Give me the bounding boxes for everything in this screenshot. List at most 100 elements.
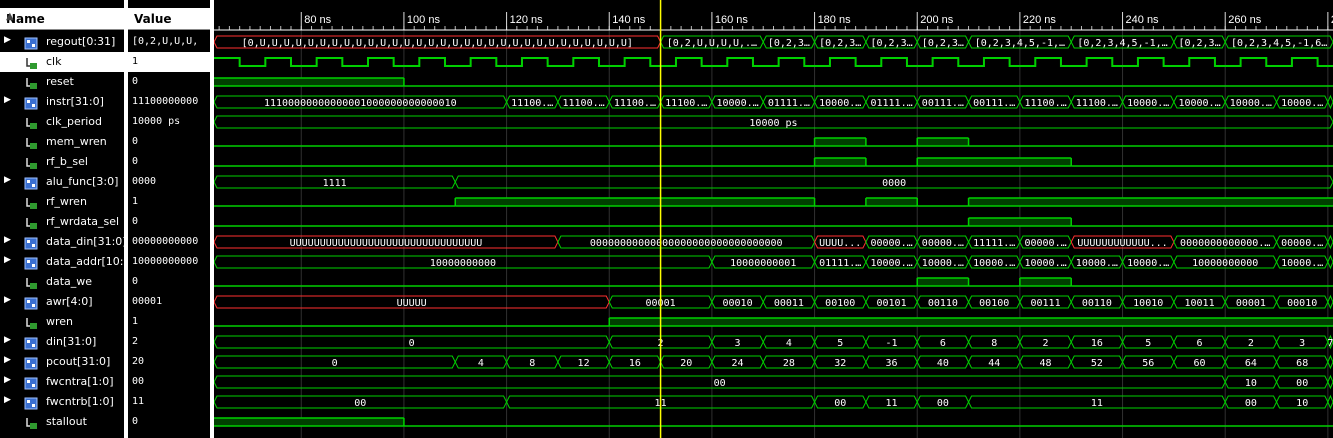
bus-value-label: 00111	[1030, 298, 1060, 309]
bus-value-label: 00000.…	[870, 238, 912, 249]
bus-value-label: 0000000000000.…	[1180, 238, 1270, 249]
bus-value-label: [0,2,3,4,5,-1,…	[1077, 38, 1167, 49]
bus-value-label: 00000000000000000000000000000000	[590, 238, 783, 249]
expand-arrow-icon[interactable]: ▶	[4, 375, 11, 385]
signal-row-data-din[interactable]: ▶ data_din[31:0]	[0, 232, 127, 252]
waveform-stallout	[214, 417, 1333, 427]
signal-name: fwcntrb[1:0]	[46, 395, 114, 408]
signal-row-alu-func[interactable]: ▶ alu_func[3:0]	[0, 172, 124, 192]
high-fill	[968, 218, 1072, 226]
bus-value-label: 40	[937, 358, 949, 369]
signal-value: 1	[132, 316, 139, 327]
signal-value: 0	[132, 156, 139, 167]
value-row-rf-b-sel: 0	[128, 152, 210, 172]
bus-value-label: 48	[1040, 358, 1052, 369]
signal-row-mem-wren[interactable]: mem_wren	[0, 132, 124, 152]
bus-value-label: 44	[988, 358, 1000, 369]
signal-name: regout[0:31]	[46, 35, 116, 48]
name-column-header[interactable]: Name ▲	[0, 8, 124, 30]
bus-value-label: 12	[578, 358, 590, 369]
signal-row-reset[interactable]: reset	[0, 72, 124, 92]
expand-arrow-icon[interactable]: ▶	[4, 355, 11, 365]
bus-value-label: 10000.…	[1230, 98, 1272, 109]
signal-row-clk[interactable]: clk	[0, 52, 124, 72]
signal-name-pane: Name ▲ ▶ regout[0:31] clk reset ▶ instr[31:0]…	[0, 0, 135, 438]
waveform-clk_period: 10000 ps	[214, 115, 1333, 129]
bus-value-label: 10000.…	[1281, 98, 1323, 109]
expand-arrow-icon[interactable]: ▶	[4, 235, 11, 245]
bus-value-label: 0000	[882, 178, 906, 189]
expand-arrow-icon[interactable]: ▶	[4, 95, 11, 105]
signal-row-fwcntra[interactable]: ▶ fwcntra[1:0]	[0, 372, 124, 392]
bus-icon	[24, 295, 38, 310]
waveform-din: 02345-16821656237	[214, 334, 1333, 350]
bus-value-label: 11100.…	[614, 98, 656, 109]
bus-icon	[24, 395, 38, 410]
bus-value-label: UUUU...	[819, 238, 861, 249]
bit-icon	[24, 315, 38, 329]
expand-arrow-icon[interactable]: ▶	[4, 255, 11, 265]
bus-value-label: 01111.…	[819, 258, 861, 269]
bus-value-label: 11111.…	[973, 238, 1015, 249]
signal-row-wren[interactable]: wren	[0, 312, 124, 332]
bit-icon	[24, 415, 38, 429]
signal-row-awr[interactable]: ▶ awr[4:0]	[0, 292, 124, 312]
tick-label: 160 ns	[715, 14, 749, 26]
bus-value-label: 5	[837, 338, 843, 349]
tick-label: 200 ns	[920, 14, 954, 26]
expand-arrow-icon[interactable]: ▶	[4, 35, 11, 45]
bus-value-label: 68	[1296, 358, 1308, 369]
value-row-wren: 1	[128, 312, 210, 332]
bus-value-label: 60	[1194, 358, 1206, 369]
signal-row-regout[interactable]: ▶ regout[0:31]	[0, 32, 124, 52]
signal-value-pane: Value [0,2,U,U,U, 1 0 11100000000 10000 ps 0 0…	[128, 0, 210, 438]
signal-row-din[interactable]: ▶ din[31:0]	[0, 332, 124, 352]
signal-name: instr[31:0]	[46, 95, 104, 108]
expand-arrow-icon[interactable]: ▶	[4, 395, 11, 405]
signal-row-rf-wren[interactable]: rf_wren	[0, 192, 124, 212]
bus-value-label: 16	[629, 358, 641, 369]
high-fill	[865, 198, 918, 206]
waveform-wren	[214, 317, 1333, 327]
value-row-data-addr: 10000000000	[128, 252, 210, 272]
signal-row-clk-period[interactable]: clk_period	[0, 112, 124, 132]
signal-row-rf-b-sel[interactable]: rf_b_sel	[0, 152, 124, 172]
value-row-alu-func: 0000	[128, 172, 210, 192]
bus-icon	[24, 255, 38, 270]
expand-arrow-icon[interactable]: ▶	[4, 295, 11, 305]
signal-row-stallout[interactable]: stallout	[0, 412, 124, 432]
bus-value-label: 00	[1245, 398, 1257, 409]
bus-value-label: 10011	[1184, 298, 1214, 309]
value-row-rf-wrdata-sel: 0	[128, 212, 210, 232]
signal-row-data-we[interactable]: data_we	[0, 272, 124, 292]
tick-label: 80 ns	[304, 14, 331, 26]
high-fill	[814, 158, 866, 166]
bus-value-label: 11	[1091, 398, 1103, 409]
signal-row-fwcntrb[interactable]: ▶ fwcntrb[1:0]	[0, 392, 124, 412]
signal-row-pcout[interactable]: ▶ pcout[31:0]	[0, 352, 124, 372]
bus-value-label: [0,2,3…	[1178, 38, 1220, 49]
signal-row-rf-wrdata-sel[interactable]: rf_wrdata_sel	[0, 212, 124, 232]
expand-arrow-icon[interactable]: ▶	[4, 175, 11, 185]
bus-value-label: 20	[680, 358, 692, 369]
value-column-header[interactable]: Value	[128, 8, 210, 30]
bus-value-label: 11100.…	[511, 98, 553, 109]
bus-value-label: [0,2,U,U,U,U,.…	[667, 38, 757, 49]
signal-name: din[31:0]	[46, 335, 97, 348]
bus-segment	[1327, 354, 1333, 370]
signal-row-data-addr[interactable]: ▶ data_addr[10:0]	[0, 252, 135, 272]
expand-arrow-icon[interactable]: ▶	[4, 335, 11, 345]
bus-value-label: 00000.…	[1281, 238, 1323, 249]
bus-value-label: 5	[1145, 338, 1151, 349]
signal-row-instr[interactable]: ▶ instr[31:0]	[0, 92, 124, 112]
bus-segment	[1327, 374, 1333, 390]
bit-icon	[24, 195, 38, 209]
waveform-canvas[interactable]: 80 ns 100 ns 120 ns 140 ns 160 ns 180 ns 200 n…	[214, 0, 1333, 438]
bus-value-label: 11100000000000001000000000000010	[264, 98, 457, 109]
waveform-fwcntra: 00 10 00	[214, 374, 1333, 390]
signal-name: mem_wren	[46, 135, 107, 148]
waveform-data_din: UUUUUUUUUUUUUUUUUUUUUUUUUUUUUUUU 00000000…	[214, 234, 1333, 250]
bus-value-label: UUUUUUUUUUUU...	[1077, 238, 1167, 249]
bus-value-label: 10000000000	[430, 258, 496, 269]
waveform-reset	[214, 77, 1333, 87]
